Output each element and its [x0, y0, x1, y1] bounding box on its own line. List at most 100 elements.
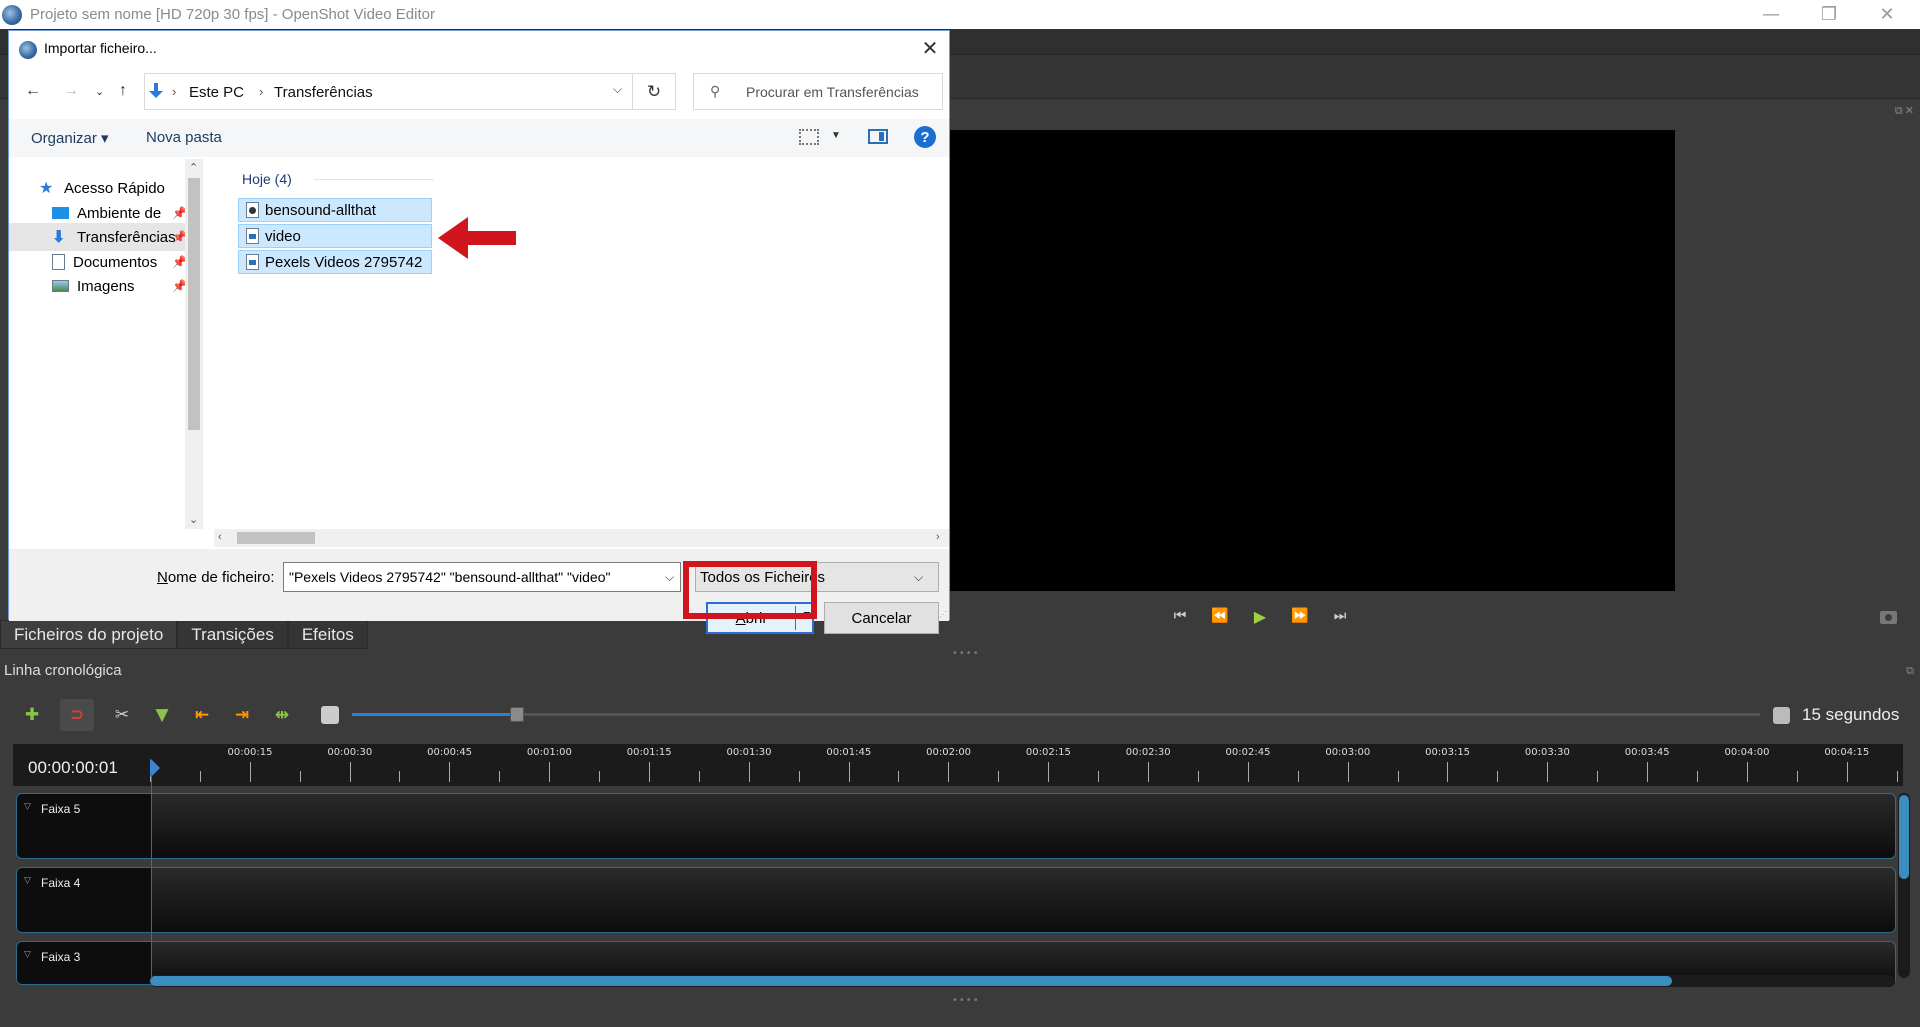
bottom-splitter-grip[interactable]: •••• — [952, 995, 980, 1006]
razor-scissors-icon[interactable]: ✂ — [110, 703, 134, 727]
breadcrumb-transferencias[interactable]: Transferências — [274, 84, 373, 101]
filename-dropdown-icon[interactable]: ⌵ — [665, 570, 674, 585]
list-item[interactable]: video — [238, 224, 432, 248]
zoom-level-icon — [1773, 707, 1790, 724]
address-bar[interactable]: › Este PC › Transferências ⌵ — [144, 73, 633, 110]
fast-forward-button[interactable]: ⏩ — [1290, 607, 1310, 625]
track-name: Faixa 5 — [41, 802, 81, 816]
close-window-button[interactable]: ✕ — [1858, 0, 1916, 29]
ruler-tick-label: 00:02:30 — [1125, 747, 1171, 758]
dock-float-close-icons[interactable]: ⧉✕ — [1895, 104, 1916, 118]
sidebar-item-downloads[interactable]: ⬇ Transferências 📌 — [9, 223, 187, 251]
up-arrow-icon[interactable]: ↑ — [119, 82, 127, 100]
recent-locations-icon[interactable]: ⌄ — [95, 85, 104, 98]
sidebar-item-label: Ambiente de — [77, 204, 162, 222]
ruler-tick — [1198, 771, 1199, 782]
jump-end-button[interactable]: ⏭ — [1330, 607, 1350, 625]
ruler-tick — [1098, 771, 1099, 782]
back-arrow-icon[interactable]: ← — [25, 82, 41, 100]
minimize-button[interactable]: — — [1742, 0, 1800, 29]
filename-label-accesskey: N — [157, 569, 168, 586]
breadcrumb-separator: › — [172, 84, 177, 99]
timeline-vscroll-thumb[interactable] — [1899, 795, 1909, 879]
scroll-right-icon[interactable]: › — [936, 531, 940, 543]
change-view-icon[interactable] — [799, 129, 819, 145]
track-collapse-icon[interactable]: ▽ — [24, 802, 31, 812]
timeline-title: Linha cronológica — [4, 662, 122, 679]
video-preview — [950, 130, 1675, 591]
timeline-vertical-scrollbar[interactable] — [1898, 793, 1910, 978]
track-collapse-icon[interactable]: ▽ — [24, 950, 31, 960]
zoom-value: 15 segundos — [1802, 705, 1900, 724]
filename-input[interactable]: "Pexels Videos 2795742" "bensound-alltha… — [283, 562, 681, 592]
navigation-scroll-thumb[interactable] — [188, 178, 200, 430]
timeline-horizontal-scrollbar[interactable] — [150, 975, 1895, 987]
track-faixa-5[interactable]: ▽ Faixa 5 — [16, 793, 1896, 859]
breadcrumb-este-pc[interactable]: Este PC — [189, 84, 244, 101]
help-icon[interactable]: ? — [914, 126, 936, 148]
address-dropdown-icon[interactable]: ⌵ — [613, 82, 622, 97]
playhead-line — [151, 774, 152, 984]
openshot-logo-icon — [19, 41, 37, 59]
file-list-horizontal-scrollbar[interactable]: ‹ › — [214, 529, 949, 547]
add-marker-icon[interactable]: ▼ — [150, 703, 174, 727]
list-item[interactable]: Pexels Videos 2795742 — [238, 250, 432, 274]
rewind-button[interactable]: ⏪ — [1210, 607, 1230, 625]
resize-grip-icon[interactable]: ⋰ — [939, 610, 947, 619]
cancel-button[interactable]: Cancelar — [824, 602, 939, 634]
tab-effects[interactable]: Efeitos — [287, 620, 368, 649]
organize-menu[interactable]: Organizar ▾ — [31, 129, 109, 147]
ruler-tick — [1797, 771, 1798, 782]
refresh-button[interactable]: ↻ — [633, 73, 676, 110]
tab-project-files[interactable]: Ficheiros do projeto — [0, 620, 178, 649]
ruler-tick-label: 00:01:00 — [526, 747, 572, 758]
ruler-tick — [1647, 762, 1648, 782]
file-list-scroll-thumb[interactable] — [237, 532, 315, 544]
command-bar: Organizar ▾ Nova pasta ▼ ? — [9, 119, 949, 157]
list-item[interactable]: bensound-allthat — [238, 198, 432, 222]
track-collapse-icon[interactable]: ▽ — [24, 876, 31, 886]
ruler-tick — [250, 762, 251, 782]
filename-label-text: ome de ficheiro: — [167, 569, 275, 586]
ruler-tick — [1398, 771, 1399, 782]
maximize-button[interactable]: ❐ — [1800, 0, 1858, 29]
scroll-up-icon[interactable]: ⌃ — [189, 161, 198, 174]
sidebar-item-pictures[interactable]: Imagens 📌 — [52, 272, 187, 300]
ruler-tick-label: 00:00:15 — [227, 747, 273, 758]
video-file-icon — [246, 228, 259, 244]
navigation-scrollbar[interactable]: ⌃ ⌄ — [185, 159, 203, 529]
sidebar-item-label: Transferências — [77, 228, 176, 246]
jump-start-button[interactable]: ⏮ — [1170, 607, 1190, 625]
track-faixa-4[interactable]: ▽ Faixa 4 — [16, 867, 1896, 933]
zoom-fit-icon[interactable] — [321, 706, 339, 724]
snap-magnet-icon[interactable]: ⊃ — [60, 699, 94, 731]
center-playhead-icon[interactable]: ⇹ — [270, 703, 294, 727]
splitter-grip[interactable]: •••• — [952, 648, 980, 659]
next-marker-icon[interactable]: ⇥ — [230, 703, 254, 727]
ruler-tick — [200, 771, 201, 782]
view-dropdown-icon[interactable]: ▼ — [831, 130, 841, 141]
play-button[interactable]: ▶ — [1250, 607, 1270, 626]
add-track-icon[interactable]: ✚ — [20, 703, 44, 727]
zoom-slider[interactable] — [352, 707, 1760, 722]
preview-pane-icon[interactable] — [868, 129, 888, 144]
zoom-slider-handle[interactable] — [509, 707, 524, 722]
star-icon: ★ — [39, 179, 54, 197]
forward-arrow-icon[interactable]: → — [63, 82, 79, 100]
group-header[interactable]: Hoje (4) — [242, 171, 292, 187]
new-folder-button[interactable]: Nova pasta — [146, 129, 222, 146]
ruler-tick — [350, 762, 351, 782]
scroll-down-icon[interactable]: ⌄ — [189, 513, 198, 526]
camera-icon[interactable] — [1880, 611, 1897, 624]
timeline-scroll-thumb[interactable] — [150, 976, 1672, 986]
search-input[interactable]: ⚲ Procurar em Transferências — [693, 73, 943, 110]
tab-transitions[interactable]: Transições — [177, 620, 288, 649]
previous-marker-icon[interactable]: ⇤ — [190, 703, 214, 727]
dialog-close-button[interactable]: ✕ — [919, 37, 941, 60]
ruler-tick — [1697, 771, 1698, 782]
scroll-left-icon[interactable]: ‹ — [218, 531, 222, 543]
timeline-float-icon[interactable]: ⧉ — [1906, 664, 1916, 678]
ruler-tick — [549, 762, 550, 782]
ruler-tick — [699, 771, 700, 782]
file-type-dropdown-icon[interactable]: ⌵ — [914, 570, 923, 585]
